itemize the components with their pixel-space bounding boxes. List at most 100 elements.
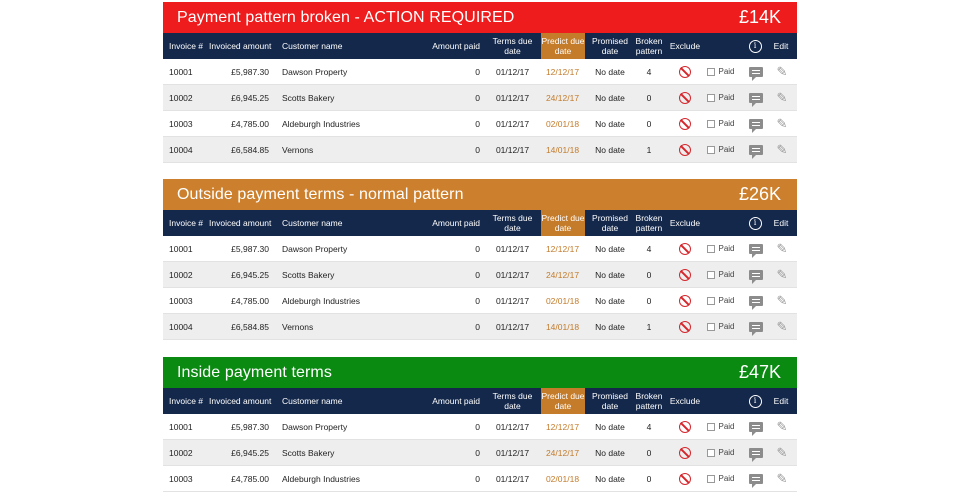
table-row[interactable]: 10004 £6,584.85 Vernons 0 01/12/17 14/01/18 No…	[163, 137, 797, 163]
info-icon: i	[748, 216, 762, 230]
column-header-predict[interactable]: Predict due date	[541, 210, 585, 236]
paid-toggle[interactable]: Paid	[707, 448, 735, 457]
exclude-button[interactable]	[667, 288, 703, 313]
exclude-button[interactable]	[667, 466, 703, 491]
paid-toggle[interactable]: Paid	[707, 67, 735, 76]
checkbox-box[interactable]	[707, 296, 716, 305]
column-header-paid[interactable]: Amount paid	[423, 210, 480, 236]
column-header-amount[interactable]: Invoiced amount	[209, 33, 281, 59]
edit-button[interactable]: ✎	[767, 466, 797, 491]
edit-button[interactable]: ✎	[767, 262, 797, 287]
exclude-button[interactable]	[667, 414, 703, 439]
info-button[interactable]: i	[747, 388, 763, 414]
edit-button[interactable]: ✎	[767, 414, 797, 439]
edit-button[interactable]: ✎	[767, 288, 797, 313]
column-header-exclude[interactable]: Exclude	[667, 388, 703, 414]
column-header-promised[interactable]: Promised date	[587, 210, 633, 236]
paid-toggle[interactable]: Paid	[707, 322, 735, 331]
column-header-terms[interactable]: Terms due date	[488, 210, 537, 236]
paid-checkbox[interactable]: Paid	[703, 440, 739, 465]
exclude-button[interactable]	[667, 111, 703, 136]
column-header-terms[interactable]: Terms due date	[488, 388, 537, 414]
table-row[interactable]: 10001 £5,987.30 Dawson Property 0 01/12/17 12…	[163, 414, 797, 440]
table-row[interactable]: 10003 £4,785.00 Aldeburgh Industries 0 01/12…	[163, 288, 797, 314]
edit-button[interactable]: ✎	[767, 85, 797, 110]
column-header-paid[interactable]: Amount paid	[423, 388, 480, 414]
table-row[interactable]: 10002 £6,945.25 Scotts Bakery 0 01/12/17 24/1…	[163, 440, 797, 466]
column-header-paid[interactable]: Amount paid	[423, 33, 480, 59]
checkbox-box[interactable]	[707, 422, 716, 431]
column-header-customer[interactable]: Customer name	[282, 388, 422, 414]
column-header-exclude[interactable]: Exclude	[667, 33, 703, 59]
paid-checkbox[interactable]: Paid	[703, 262, 739, 287]
exclude-button[interactable]	[667, 314, 703, 339]
edit-button[interactable]: ✎	[767, 440, 797, 465]
paid-toggle[interactable]: Paid	[707, 93, 735, 102]
checkbox-box[interactable]	[707, 244, 716, 253]
paid-checkbox[interactable]: Paid	[703, 288, 739, 313]
checkbox-box[interactable]	[707, 270, 716, 279]
paid-toggle[interactable]: Paid	[707, 270, 735, 279]
column-header-invoice[interactable]: Invoice #	[169, 33, 209, 59]
checkbox-box[interactable]	[707, 322, 716, 331]
paid-toggle[interactable]: Paid	[707, 474, 735, 483]
info-button[interactable]: i	[747, 33, 763, 59]
exclude-button[interactable]	[667, 85, 703, 110]
table-row[interactable]: 10002 £6,945.25 Scotts Bakery 0 01/12/17 24/1…	[163, 85, 797, 111]
table-row[interactable]: 10001 £5,987.30 Dawson Property 0 01/12/17 12…	[163, 59, 797, 85]
checkbox-box[interactable]	[707, 474, 716, 483]
paid-toggle[interactable]: Paid	[707, 244, 735, 253]
table-row[interactable]: 10004 £6,584.85 Vernons 0 01/12/17 14/01/18 No…	[163, 314, 797, 340]
edit-button[interactable]: ✎	[767, 236, 797, 261]
column-header-amount[interactable]: Invoiced amount	[209, 388, 281, 414]
checkbox-box[interactable]	[707, 119, 716, 128]
paid-toggle[interactable]: Paid	[707, 296, 735, 305]
column-header-terms[interactable]: Terms due date	[488, 33, 537, 59]
checkbox-box[interactable]	[707, 67, 716, 76]
exclude-button[interactable]	[667, 137, 703, 162]
paid-checkbox[interactable]: Paid	[703, 414, 739, 439]
table-row[interactable]: 10002 £6,945.25 Scotts Bakery 0 01/12/17 24/1…	[163, 262, 797, 288]
checkbox-box[interactable]	[707, 145, 716, 154]
paid-toggle[interactable]: Paid	[707, 119, 735, 128]
column-header-promised[interactable]: Promised date	[587, 33, 633, 59]
column-header-invoice[interactable]: Invoice #	[169, 210, 209, 236]
column-header-exclude[interactable]: Exclude	[667, 210, 703, 236]
exclude-button[interactable]	[667, 59, 703, 84]
column-header-customer[interactable]: Customer name	[282, 33, 422, 59]
column-header-amount[interactable]: Invoiced amount	[209, 210, 281, 236]
column-header-customer[interactable]: Customer name	[282, 210, 422, 236]
checkbox-box[interactable]	[707, 448, 716, 457]
paid-checkbox[interactable]: Paid	[703, 314, 739, 339]
edit-button[interactable]: ✎	[767, 137, 797, 162]
paid-checkbox[interactable]: Paid	[703, 85, 739, 110]
paid-checkbox[interactable]: Paid	[703, 466, 739, 491]
edit-button[interactable]: ✎	[767, 314, 797, 339]
info-button[interactable]: i	[747, 210, 763, 236]
section-panel-0: Payment pattern broken - ACTION REQUIRED…	[163, 2, 797, 171]
column-header-broken[interactable]: Broken pattern	[633, 33, 665, 59]
exclude-button[interactable]	[667, 440, 703, 465]
table-row[interactable]: 10001 £5,987.30 Dawson Property 0 01/12/17 12…	[163, 236, 797, 262]
exclude-button[interactable]	[667, 236, 703, 261]
column-header-invoice[interactable]: Invoice #	[169, 388, 209, 414]
paid-checkbox[interactable]: Paid	[703, 137, 739, 162]
column-header-broken[interactable]: Broken pattern	[633, 388, 665, 414]
cell-amount: £5,987.30	[231, 243, 269, 254]
edit-button[interactable]: ✎	[767, 59, 797, 84]
column-header-predict[interactable]: Predict due date	[541, 388, 585, 414]
table-row[interactable]: 10003 £4,785.00 Aldeburgh Industries 0 01/12…	[163, 111, 797, 137]
paid-checkbox[interactable]: Paid	[703, 236, 739, 261]
exclude-button[interactable]	[667, 262, 703, 287]
paid-checkbox[interactable]: Paid	[703, 111, 739, 136]
checkbox-box[interactable]	[707, 93, 716, 102]
column-header-predict[interactable]: Predict due date	[541, 33, 585, 59]
column-header-promised[interactable]: Promised date	[587, 388, 633, 414]
table-row[interactable]: 10003 £4,785.00 Aldeburgh Industries 0 01/12…	[163, 466, 797, 492]
paid-label: Paid	[718, 322, 735, 331]
column-header-broken[interactable]: Broken pattern	[633, 210, 665, 236]
paid-checkbox[interactable]: Paid	[703, 59, 739, 84]
paid-toggle[interactable]: Paid	[707, 422, 735, 431]
paid-toggle[interactable]: Paid	[707, 145, 735, 154]
edit-button[interactable]: ✎	[767, 111, 797, 136]
